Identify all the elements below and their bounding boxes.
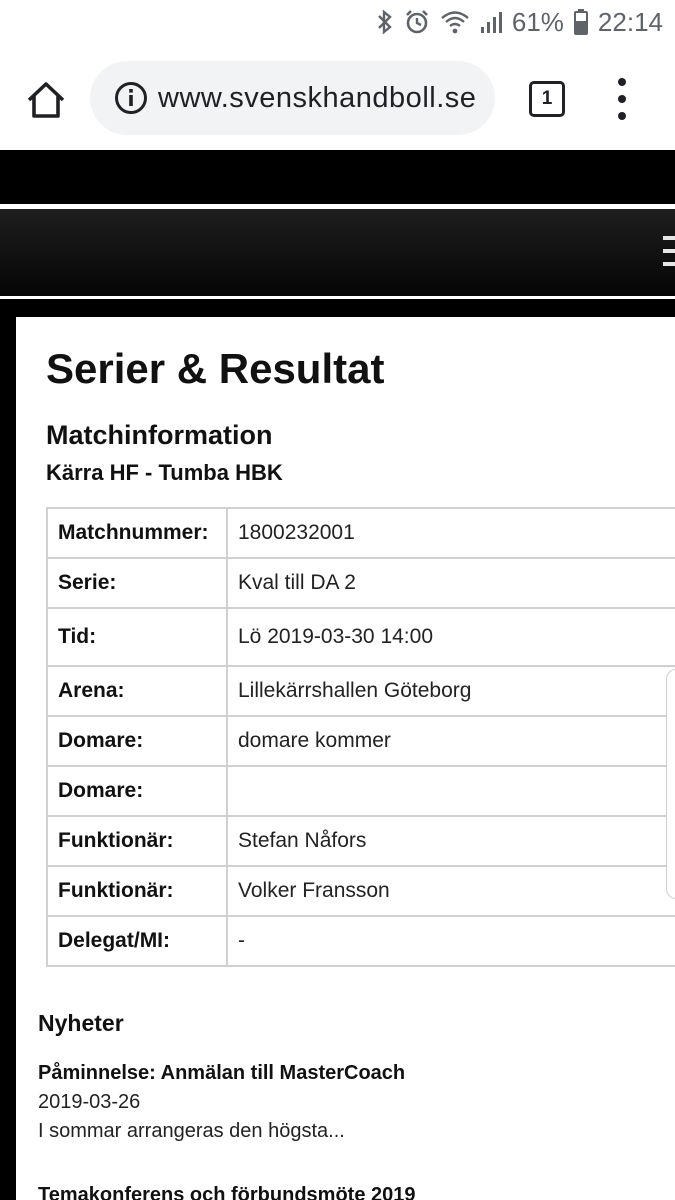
status-bar: 61% 22:14 <box>0 0 675 44</box>
row-label: Arena: <box>46 665 228 717</box>
row-label: Tid: <box>46 607 228 667</box>
url-text[interactable]: www.svenskhandboll.se <box>158 82 476 115</box>
row-value: 1800232001 <box>226 507 675 559</box>
bluetooth-icon <box>376 9 394 35</box>
home-icon[interactable] <box>24 78 68 122</box>
browser-toolbar: www.svenskhandboll.se 1 <box>0 50 675 148</box>
row-label: Funktionär: <box>46 865 228 917</box>
news-item[interactable]: Temakonferens och förbundsmöte 2019 <box>38 1184 658 1200</box>
table-row: Funktionär: Volker Fransson <box>46 865 675 917</box>
wifi-icon <box>440 10 470 34</box>
row-label: Matchnummer: <box>46 507 228 559</box>
row-value: Lillekärrshallen Göteborg <box>226 665 675 717</box>
battery-percent: 61% <box>511 6 564 37</box>
tab-switcher-button[interactable]: 1 <box>529 81 565 117</box>
row-value: Stefan Nåfors <box>226 815 675 867</box>
main-content: Serier & Resultat Matchinformation Kärra… <box>16 317 675 1200</box>
row-value: Lö 2019-03-30 14:00 <box>226 607 675 667</box>
news-item-excerpt: I sommar arrangeras den högsta... <box>38 1120 345 1142</box>
header-separator <box>0 299 675 317</box>
row-value: - <box>226 915 675 967</box>
table-row: Delegat/MI: - <box>46 915 675 967</box>
signal-icon <box>480 10 502 34</box>
row-value: Kval till DA 2 <box>226 557 675 609</box>
row-value: Volker Fransson <box>226 865 675 917</box>
table-row: Funktionär: Stefan Nåfors <box>46 815 675 867</box>
url-bar[interactable]: www.svenskhandboll.se <box>90 61 495 135</box>
site-header-top-band <box>0 150 675 204</box>
site-navigation-bar <box>0 209 675 296</box>
row-label: Domare: <box>46 765 228 817</box>
news-item-title[interactable]: Påminnelse: Anmälan till MasterCoach <box>38 1062 658 1085</box>
news-item[interactable]: Påminnelse: Anmälan till MasterCoach 201… <box>38 1062 658 1143</box>
table-row: Domare: <box>46 765 675 817</box>
row-value <box>226 765 675 817</box>
match-info-table: Matchnummer: 1800232001 Serie: Kval till… <box>46 507 675 967</box>
alarm-icon <box>404 9 430 35</box>
clock: 22:14 <box>597 6 663 37</box>
news-title: Nyheter <box>38 1010 124 1036</box>
section-title: Matchinformation <box>46 420 273 450</box>
match-title: Kärra HF - Tumba HBK <box>46 460 283 485</box>
horizontal-scroll-indicator[interactable] <box>666 669 675 899</box>
row-value: domare kommer <box>226 715 675 767</box>
table-row: Tid: Lö 2019-03-30 14:00 <box>46 607 675 667</box>
row-label: Domare: <box>46 715 228 767</box>
row-label: Serie: <box>46 557 228 609</box>
table-row: Arena: Lillekärrshallen Göteborg <box>46 665 675 717</box>
page-title: Serier & Resultat <box>46 345 385 392</box>
news-item-date: 2019-03-26 <box>38 1091 141 1113</box>
table-row: Matchnummer: 1800232001 <box>46 507 675 559</box>
row-label: Funktionär: <box>46 815 228 867</box>
overflow-menu-icon[interactable] <box>612 78 632 120</box>
table-row: Serie: Kval till DA 2 <box>46 557 675 609</box>
info-icon[interactable] <box>114 81 148 115</box>
news-item-title[interactable]: Temakonferens och förbundsmöte 2019 <box>38 1184 658 1200</box>
table-row: Domare: domare kommer <box>46 715 675 767</box>
hamburger-menu-icon[interactable] <box>663 236 675 266</box>
row-label: Delegat/MI: <box>46 915 228 967</box>
battery-icon <box>573 9 588 35</box>
